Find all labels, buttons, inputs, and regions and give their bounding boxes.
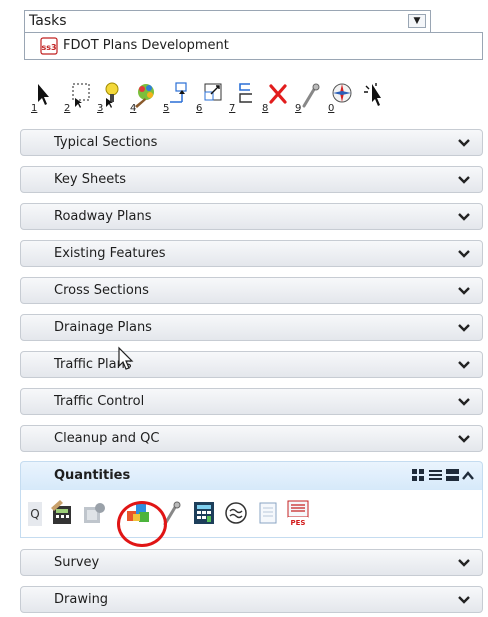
grid-view-icon[interactable]	[412, 469, 424, 481]
workflow-ss3-icon: ss3	[40, 37, 58, 55]
tool-shortcut: 2	[64, 103, 71, 114]
paint-element-icon[interactable]: 4	[129, 80, 159, 114]
tasks-label: Tasks	[29, 13, 67, 29]
tool-shortcut: 7	[229, 103, 236, 114]
section-drainage-plans[interactable]: Drainage Plans	[20, 314, 483, 341]
spark-pointer-icon[interactable]	[360, 80, 390, 114]
view-mode-icons	[412, 469, 474, 481]
section-roadway-plans[interactable]: Roadway Plans	[20, 203, 483, 230]
chevron-down-icon	[458, 176, 470, 184]
tasks-dropdown[interactable]: Tasks ▼	[24, 10, 431, 32]
section-survey[interactable]: Survey	[20, 549, 483, 576]
fence-select-icon[interactable]: 2	[63, 80, 93, 114]
section-quantities[interactable]: Quantities	[20, 461, 483, 490]
mouse-cursor-icon	[118, 346, 134, 370]
chevron-down-icon	[458, 213, 470, 221]
dropdown-arrow-icon[interactable]: ▼	[408, 14, 426, 28]
section-existing-features[interactable]: Existing Features	[20, 240, 483, 267]
quantity-manager-icon[interactable]	[79, 498, 109, 528]
scale-element-icon[interactable]: 6	[195, 80, 225, 114]
svg-text:ss3: ss3	[41, 43, 56, 52]
section-label: Traffic Control	[54, 394, 145, 409]
chevron-down-icon	[458, 559, 470, 567]
section-label: Roadway Plans	[54, 209, 152, 224]
move-element-icon[interactable]: 5	[162, 80, 192, 114]
section-typical-sections[interactable]: Typical Sections	[20, 129, 483, 156]
section-label: Typical Sections	[54, 135, 158, 150]
section-traffic-plans[interactable]: Traffic Plans	[20, 351, 483, 378]
workflow-selector[interactable]: ss3 FDOT Plans Development	[24, 32, 483, 60]
section-drawing[interactable]: Drawing	[20, 586, 483, 613]
chevron-down-icon	[458, 596, 470, 604]
tool-shortcut: 6	[196, 103, 203, 114]
chevron-down-icon	[458, 398, 470, 406]
section-traffic-control[interactable]: Traffic Control	[20, 388, 483, 415]
chevron-down-icon	[458, 287, 470, 295]
quantities-search-button[interactable]: Q	[28, 502, 42, 526]
highlight-annotation-circle	[117, 501, 167, 547]
tool-shortcut: 0	[328, 103, 335, 114]
spreadsheet-calculator-icon[interactable]	[189, 498, 219, 528]
tool-shortcut: 3	[97, 103, 104, 114]
approximate-quantity-icon[interactable]	[221, 498, 251, 528]
section-label: Quantities	[54, 468, 131, 483]
section-cleanup-and-qc[interactable]: Cleanup and QC	[20, 425, 483, 452]
tool-shortcut: 1	[31, 103, 38, 114]
workflow-label: FDOT Plans Development	[63, 38, 229, 53]
detail-view-icon[interactable]	[446, 469, 459, 481]
chevron-down-icon	[458, 435, 470, 443]
section-label: Cross Sections	[54, 283, 149, 298]
main-toolbar: 1 2 3 4 5 6 7 8 9 0	[30, 80, 488, 114]
section-label: Drainage Plans	[54, 320, 152, 335]
compass-rotate-icon[interactable]: 0	[327, 80, 357, 114]
chevron-up-icon[interactable]	[462, 471, 474, 480]
chevron-down-icon	[458, 250, 470, 258]
tool-shortcut: 4	[130, 103, 137, 114]
pes-label: PES	[291, 519, 306, 527]
chevron-down-icon	[458, 139, 470, 147]
tool-shortcut: 8	[262, 103, 269, 114]
element-selection-arrow-icon[interactable]: 1	[30, 80, 60, 114]
section-label: Drawing	[54, 592, 109, 607]
quantities-toolbar: Q PES	[20, 490, 483, 538]
pes-report-icon[interactable]: PES	[283, 498, 313, 528]
section-label: Key Sheets	[54, 172, 127, 187]
chevron-down-icon	[458, 361, 470, 369]
chevron-down-icon	[458, 324, 470, 332]
section-label: Existing Features	[54, 246, 166, 261]
tool-shortcut: 9	[295, 103, 302, 114]
analyze-element-icon[interactable]: 3	[96, 80, 126, 114]
measure-distance-icon[interactable]: 9	[294, 80, 324, 114]
document-report-icon[interactable]	[253, 498, 283, 528]
section-key-sheets[interactable]: Key Sheets	[20, 166, 483, 193]
section-label: Survey	[54, 555, 100, 570]
section-label: Cleanup and QC	[54, 431, 160, 446]
tool-shortcut: 5	[163, 103, 170, 114]
list-view-icon[interactable]	[429, 470, 442, 480]
delete-element-icon[interactable]: 8	[261, 80, 291, 114]
pay-item-calculator-icon[interactable]	[47, 498, 77, 528]
offset-element-icon[interactable]: 7	[228, 80, 258, 114]
section-cross-sections[interactable]: Cross Sections	[20, 277, 483, 304]
